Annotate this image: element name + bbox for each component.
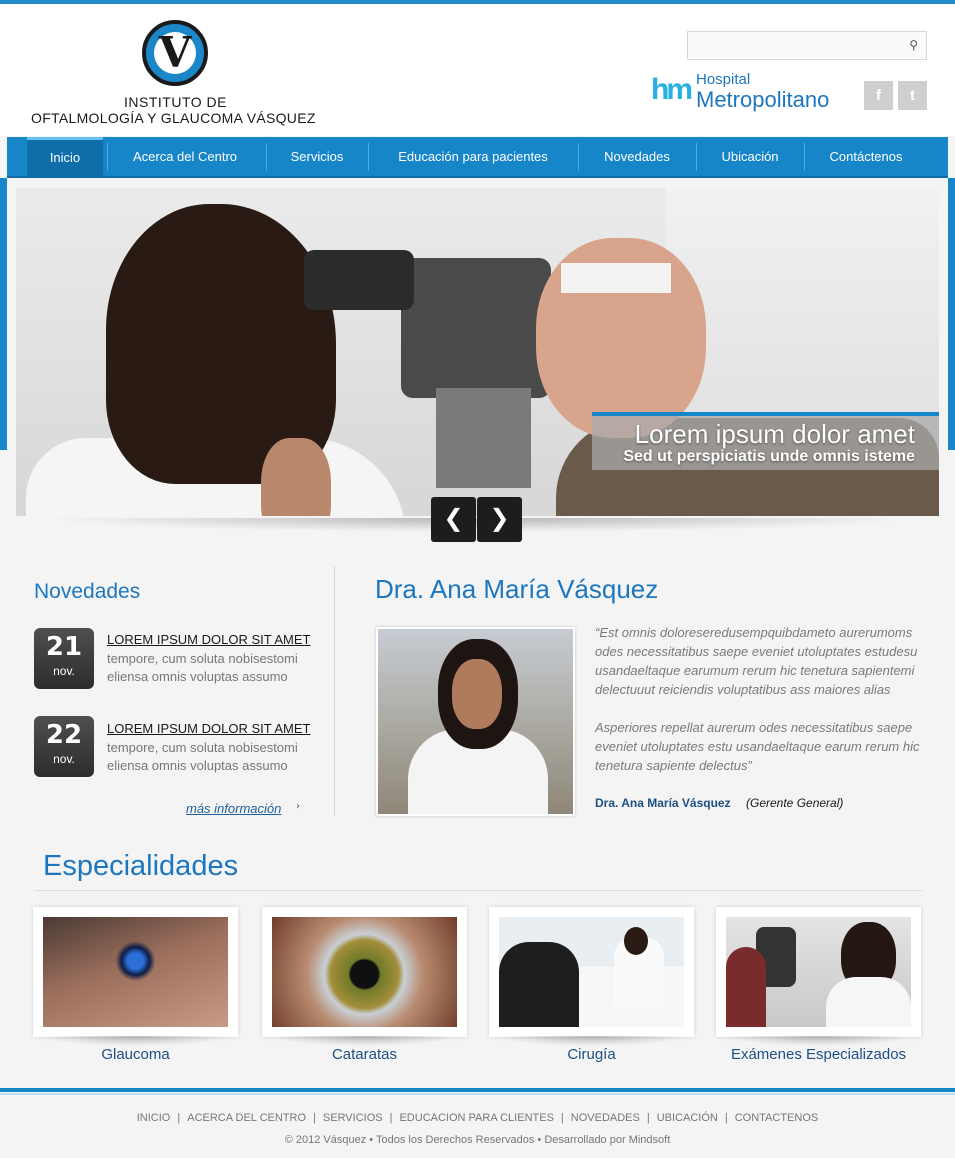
site-header: V INSTITUTO DE OFTALMOLOGÍA Y GLAUCOMA V… [0, 4, 955, 136]
footer-separator: | [313, 1112, 316, 1124]
search-input[interactable]: ⚲ [687, 31, 927, 60]
hospital-name-line1[interactable]: Hospital [696, 71, 750, 88]
slider-lamp-base [436, 388, 531, 488]
nav-separator [266, 143, 267, 171]
cirugia-image[interactable] [499, 917, 684, 1027]
news-day: 21 [45, 632, 83, 662]
examenes-image[interactable] [726, 917, 911, 1027]
especialidades-heading: Especialidades [43, 850, 239, 882]
footer-separator: | [177, 1112, 181, 1124]
nav-item-servicios[interactable]: Servicios [268, 137, 366, 176]
facebook-icon[interactable]: f [864, 81, 893, 110]
slider-next-button[interactable]: ❯ [477, 497, 522, 542]
footer-link-educacion[interactable]: EDUCACION PARA CLIENTES [399, 1112, 553, 1124]
specialty-card-cataratas[interactable] [262, 907, 467, 1037]
news-date-badge: 21 nov. [34, 628, 94, 689]
nav-separator [804, 143, 805, 171]
footer-link-contactenos[interactable]: CONTACTENOS [735, 1112, 819, 1124]
slider-caption: Lorem ipsum dolor amet Sed ut perspiciat… [592, 412, 939, 470]
specialty-label-cirugia[interactable]: Cirugía [489, 1045, 694, 1065]
nav-item-novedades[interactable]: Novedades [580, 137, 694, 176]
slider-caption-title: Lorem ipsum dolor amet [634, 419, 915, 449]
doctor-signature-name: Dra. Ana María Vásquez [595, 796, 731, 810]
section-divider [34, 890, 922, 891]
nav-item-educacion[interactable]: Educación para pacientes [370, 137, 576, 176]
nav-item-acerca[interactable]: Acerca del Centro [109, 137, 261, 176]
nav-separator [107, 143, 108, 171]
specialty-label-examenes[interactable]: Exámenes Especializados [716, 1045, 921, 1065]
glaucoma-image[interactable] [43, 917, 228, 1027]
footer-copyright: © 2012 Vásquez • Todos los Derechos Rese… [284, 1134, 671, 1146]
news-title-link[interactable]: LOREM IPSUM DOLOR SIT AMET [107, 632, 327, 648]
doctor-photo-face [452, 659, 502, 729]
twitter-icon[interactable]: t [898, 81, 927, 110]
footer-link-acerca[interactable]: ACERCA DEL CENTRO [187, 1112, 306, 1124]
specialty-label-cataratas[interactable]: Cataratas [262, 1045, 467, 1065]
column-divider [334, 566, 335, 816]
footer-separator: | [560, 1112, 564, 1124]
footer-separator: | [724, 1112, 728, 1124]
footer-link-ubicacion[interactable]: UBICACIÓN [657, 1112, 718, 1124]
footer-link-novedades[interactable]: NOVEDADES [571, 1112, 640, 1124]
chevron-right-icon[interactable]: › [296, 801, 300, 812]
footer-accent-bar [0, 1088, 955, 1092]
news-month: nov. [53, 664, 75, 678]
specialty-label-glaucoma[interactable]: Glaucoma [33, 1045, 238, 1065]
footer-link-servicios[interactable]: SERVICIOS [323, 1112, 383, 1124]
news-day: 22 [45, 720, 83, 750]
slider-prev-button[interactable]: ❮ [431, 497, 476, 542]
more-info-link[interactable]: más información [186, 800, 281, 818]
news-title-link[interactable]: LOREM IPSUM DOLOR SIT AMET [107, 721, 327, 737]
news-excerpt: tempore, cum soluta nobisestomi eliensa … [107, 740, 298, 773]
news-month: nov. [53, 752, 75, 766]
logo-text-line2[interactable]: OFTALMOLOGÍA Y GLAUCOMA VÁSQUEZ [31, 110, 331, 126]
footer-accent-line [0, 1093, 955, 1095]
logo-letter[interactable]: V [142, 22, 208, 84]
doctor-signature-role: (Gerente General) [746, 796, 844, 810]
doctor-heading: Dra. Ana María Vásquez [375, 574, 659, 604]
nav-item-inicio[interactable]: Inicio [27, 137, 103, 176]
search-icon[interactable]: ⚲ [909, 38, 918, 52]
news-date-badge: 22 nov. [34, 716, 94, 777]
slider-frame-left [0, 178, 7, 450]
cataratas-image[interactable] [272, 917, 457, 1027]
novedades-heading: Novedades [34, 580, 141, 603]
footer-links: INICIO | ACERCA DEL CENTRO | SERVICIOS | EDUCA… [0, 1110, 955, 1126]
footer-separator: | [389, 1112, 393, 1124]
slider-eyepiece [304, 250, 414, 310]
specialty-card-glaucoma[interactable] [33, 907, 238, 1037]
footer-separator: | [646, 1112, 650, 1124]
slider-caption-subtitle: Sed ut perspiciatis unde omnis isteme [623, 448, 915, 465]
main-nav: Inicio Acerca del Centro Servicios Educa… [7, 137, 948, 178]
slider-slit-lamp [401, 258, 551, 398]
logo-text-line1[interactable]: INSTITUTO DE [124, 94, 234, 110]
slider-doctor-face [261, 438, 331, 516]
nav-separator [578, 143, 579, 171]
nav-item-ubicacion[interactable]: Ubicación [698, 137, 802, 176]
nav-separator [696, 143, 697, 171]
hospital-name-line2[interactable]: Metropolitano [696, 88, 829, 112]
specialty-card-cirugia[interactable] [489, 907, 694, 1037]
nav-separator [368, 143, 369, 171]
slider-frame-right [948, 178, 955, 450]
nav-item-contactenos[interactable]: Contáctenos [806, 137, 926, 176]
doctor-photo [376, 627, 575, 816]
doctor-quote-paragraph-2: Asperiores repellat aurerum odes necessi… [595, 720, 920, 773]
doctor-quote-paragraph-1: “Est omnis doloreseredusempquibdameto au… [595, 625, 918, 697]
footer-link-inicio[interactable]: INICIO [137, 1112, 171, 1124]
specialty-card-examenes[interactable] [716, 907, 921, 1037]
slider-headrest-band [561, 263, 671, 293]
hospital-logo-icon[interactable]: hm [651, 72, 693, 108]
news-excerpt: tempore, cum soluta nobisestomi eliensa … [107, 651, 298, 684]
